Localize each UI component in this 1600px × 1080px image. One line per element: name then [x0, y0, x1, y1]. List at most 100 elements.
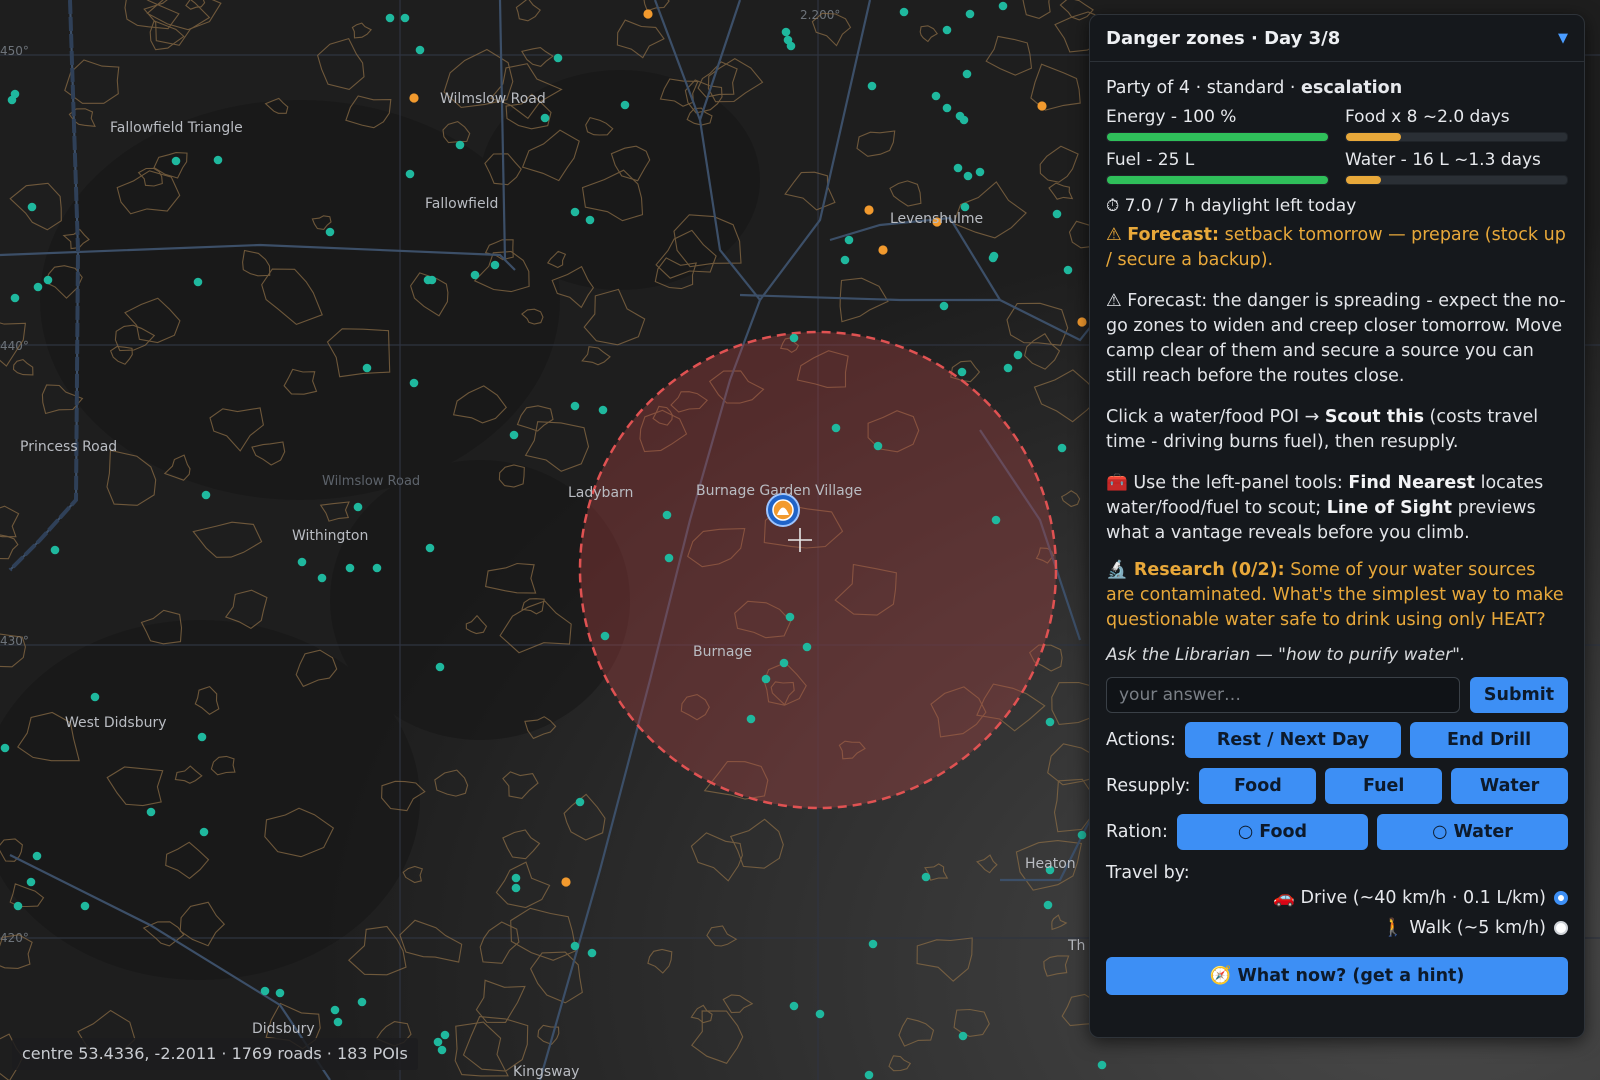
water-poi[interactable] — [455, 140, 465, 150]
water-poi[interactable] — [585, 215, 595, 225]
water-poi[interactable] — [789, 333, 799, 343]
water-poi[interactable] — [975, 167, 985, 177]
ration-water-button[interactable]: ○ Water — [1376, 814, 1569, 850]
water-poi[interactable] — [357, 997, 367, 1007]
water-poi[interactable] — [664, 553, 674, 563]
fuel-poi[interactable] — [864, 205, 874, 215]
water-poi[interactable] — [427, 275, 437, 285]
water-poi[interactable] — [43, 275, 53, 285]
water-poi[interactable] — [785, 612, 795, 622]
water-poi[interactable] — [587, 948, 597, 958]
water-poi[interactable] — [27, 202, 37, 212]
water-poi[interactable] — [13, 901, 23, 911]
water-poi[interactable] — [988, 253, 998, 263]
water-poi[interactable] — [779, 658, 789, 668]
water-poi[interactable] — [146, 807, 156, 817]
resupply-water-button[interactable]: Water — [1451, 768, 1568, 804]
water-poi[interactable] — [90, 692, 100, 702]
water-poi[interactable] — [325, 227, 335, 237]
water-poi[interactable] — [400, 13, 410, 23]
water-poi[interactable] — [33, 282, 43, 292]
water-poi[interactable] — [1043, 900, 1053, 910]
water-poi[interactable] — [781, 27, 791, 37]
water-poi[interactable] — [963, 171, 973, 181]
water-poi[interactable] — [802, 642, 812, 652]
water-poi[interactable] — [761, 674, 771, 684]
water-poi[interactable] — [960, 202, 970, 212]
water-poi[interactable] — [415, 45, 425, 55]
water-poi[interactable] — [405, 169, 415, 179]
water-poi[interactable] — [998, 1, 1008, 11]
water-poi[interactable] — [921, 872, 931, 882]
water-poi[interactable] — [80, 901, 90, 911]
water-poi[interactable] — [1057, 443, 1067, 453]
water-poi[interactable] — [1045, 717, 1055, 727]
water-poi[interactable] — [385, 13, 395, 23]
water-poi[interactable] — [815, 1009, 825, 1019]
water-poi[interactable] — [0, 743, 10, 753]
water-poi[interactable] — [789, 1001, 799, 1011]
fuel-poi[interactable] — [643, 9, 653, 19]
water-poi[interactable] — [786, 41, 796, 51]
water-poi[interactable] — [1063, 265, 1073, 275]
water-poi[interactable] — [260, 986, 270, 996]
water-poi[interactable] — [275, 988, 285, 998]
water-poi[interactable] — [575, 797, 585, 807]
water-poi[interactable] — [957, 367, 967, 377]
water-poi[interactable] — [831, 423, 841, 433]
water-poi[interactable] — [991, 515, 1001, 525]
travel-walk-option[interactable]: 🚶 Walk (~5 km/h) — [1106, 913, 1568, 943]
drive-radio[interactable] — [1554, 891, 1568, 905]
water-poi[interactable] — [1013, 350, 1023, 360]
water-poi[interactable] — [959, 115, 969, 125]
water-poi[interactable] — [867, 81, 877, 91]
travel-drive-option[interactable]: 🚗 Drive (~40 km/h · 0.1 L/km) — [1106, 883, 1568, 913]
water-poi[interactable] — [440, 1030, 450, 1040]
water-poi[interactable] — [171, 156, 181, 166]
water-poi[interactable] — [193, 277, 203, 287]
water-poi[interactable] — [840, 255, 850, 265]
water-poi[interactable] — [598, 405, 608, 415]
walk-radio[interactable] — [1554, 921, 1568, 935]
fuel-poi[interactable] — [1037, 101, 1047, 111]
water-poi[interactable] — [962, 69, 972, 79]
water-poi[interactable] — [868, 939, 878, 949]
fuel-poi[interactable] — [561, 877, 571, 887]
water-poi[interactable] — [942, 25, 952, 35]
water-poi[interactable] — [931, 91, 941, 101]
water-poi[interactable] — [437, 1045, 447, 1055]
water-poi[interactable] — [511, 873, 521, 883]
water-poi[interactable] — [958, 1031, 968, 1041]
water-poi[interactable] — [10, 293, 20, 303]
water-poi[interactable] — [213, 155, 223, 165]
water-poi[interactable] — [425, 543, 435, 553]
water-poi[interactable] — [553, 53, 563, 63]
water-poi[interactable] — [570, 401, 580, 411]
water-poi[interactable] — [939, 301, 949, 311]
water-poi[interactable] — [26, 877, 36, 887]
fuel-poi[interactable] — [1077, 317, 1087, 327]
water-poi[interactable] — [662, 510, 672, 520]
water-poi[interactable] — [746, 714, 756, 724]
rest-next-day-button[interactable]: Rest / Next Day — [1184, 722, 1402, 758]
water-poi[interactable] — [511, 883, 521, 893]
water-poi[interactable] — [50, 545, 60, 555]
water-poi[interactable] — [490, 260, 500, 270]
chevron-down-icon[interactable]: ▼ — [1558, 31, 1568, 46]
water-poi[interactable] — [600, 631, 610, 641]
water-poi[interactable] — [1003, 363, 1013, 373]
water-poi[interactable] — [509, 430, 519, 440]
water-poi[interactable] — [353, 502, 363, 512]
water-poi[interactable] — [317, 573, 327, 583]
resupply-fuel-button[interactable]: Fuel — [1325, 768, 1443, 804]
resupply-food-button[interactable]: Food — [1199, 768, 1317, 804]
water-poi[interactable] — [362, 363, 372, 373]
water-poi[interactable] — [1052, 209, 1062, 219]
water-poi[interactable] — [435, 662, 445, 672]
water-poi[interactable] — [372, 563, 382, 573]
water-poi[interactable] — [345, 563, 355, 573]
water-poi[interactable] — [199, 827, 209, 837]
water-poi[interactable] — [433, 1037, 443, 1047]
water-poi[interactable] — [201, 490, 211, 500]
water-poi[interactable] — [32, 851, 42, 861]
